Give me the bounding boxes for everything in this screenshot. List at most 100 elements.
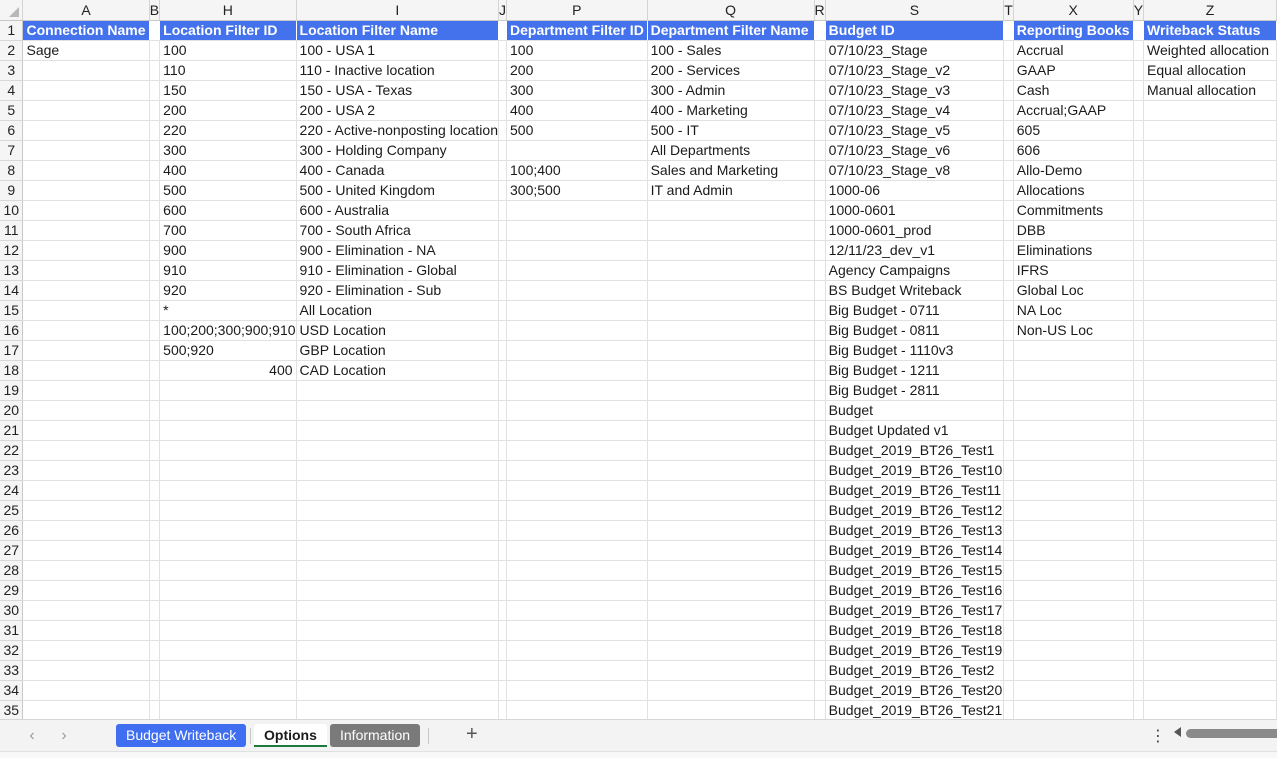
cell-q26[interactable] — [647, 520, 815, 541]
cell-b8[interactable] — [149, 160, 161, 181]
cell-z11[interactable] — [1143, 220, 1277, 241]
cell-h14[interactable]: 920 — [159, 280, 297, 301]
cell-i34[interactable] — [296, 680, 500, 701]
cell-i18[interactable]: CAD Location — [296, 360, 500, 381]
cell-i4[interactable]: 150 - USA - Texas — [296, 80, 500, 101]
cell-q25[interactable] — [647, 500, 815, 521]
cell-a19[interactable] — [22, 380, 150, 401]
cell-t27[interactable] — [1003, 540, 1014, 561]
cell-q32[interactable] — [647, 640, 815, 661]
cell-r27[interactable] — [814, 540, 826, 561]
cell-h28[interactable] — [159, 560, 297, 581]
cell-b27[interactable] — [149, 540, 161, 561]
cell-r13[interactable] — [814, 260, 826, 281]
cell-b15[interactable] — [149, 300, 161, 321]
row-header[interactable]: 1 — [0, 20, 24, 41]
cell-j13[interactable] — [498, 260, 507, 281]
cell-r7[interactable] — [814, 140, 826, 161]
cell-z28[interactable] — [1143, 560, 1277, 581]
cell-h7[interactable]: 300 — [159, 140, 297, 161]
cell-j11[interactable] — [498, 220, 507, 241]
cell-r18[interactable] — [814, 360, 826, 381]
cell-j4[interactable] — [498, 80, 507, 101]
cell-a16[interactable] — [22, 320, 150, 341]
cell-z8[interactable] — [1143, 160, 1277, 181]
cell-t26[interactable] — [1003, 520, 1014, 541]
cell-z29[interactable] — [1143, 580, 1277, 601]
cell-z3[interactable]: Equal allocation — [1143, 60, 1277, 81]
cell-t7[interactable] — [1003, 140, 1014, 161]
cell-z26[interactable] — [1143, 520, 1277, 541]
cell-i22[interactable] — [296, 440, 500, 461]
cell-a14[interactable] — [22, 280, 150, 301]
cell-p16[interactable] — [506, 320, 648, 341]
cell-x33[interactable] — [1013, 660, 1134, 681]
cell-a15[interactable] — [22, 300, 150, 321]
cell-p20[interactable] — [506, 400, 648, 421]
cell-j27[interactable] — [498, 540, 507, 561]
cell-y3[interactable] — [1133, 60, 1145, 81]
cell-q27[interactable] — [647, 540, 815, 561]
cell-s16[interactable]: Big Budget - 0811 — [825, 320, 1005, 341]
cell-p23[interactable] — [506, 460, 648, 481]
cell-q21[interactable] — [647, 420, 815, 441]
row-header[interactable]: 33 — [0, 660, 24, 681]
cell-y10[interactable] — [1133, 200, 1145, 221]
cell-p15[interactable] — [506, 300, 648, 321]
row-header[interactable]: 12 — [0, 240, 24, 261]
column-header-b[interactable]: B — [149, 0, 161, 21]
cell-j28[interactable] — [498, 560, 507, 581]
cell-b33[interactable] — [149, 660, 161, 681]
cell-x15[interactable]: NA Loc — [1013, 300, 1134, 321]
cell-s18[interactable]: Big Budget - 1211 — [825, 360, 1005, 381]
cell-j1[interactable] — [498, 20, 507, 41]
cell-z18[interactable] — [1143, 360, 1277, 381]
cell-y6[interactable] — [1133, 120, 1145, 141]
cell-y14[interactable] — [1133, 280, 1145, 301]
cell-r31[interactable] — [814, 620, 826, 641]
cell-b11[interactable] — [149, 220, 161, 241]
cell-s31[interactable]: Budget_2019_BT26_Test18 — [825, 620, 1005, 641]
row-header[interactable]: 30 — [0, 600, 24, 621]
cell-z10[interactable] — [1143, 200, 1277, 221]
cell-b20[interactable] — [149, 400, 161, 421]
cell-p9[interactable]: 300;500 — [506, 180, 648, 201]
cell-a7[interactable] — [22, 140, 150, 161]
cell-x7[interactable]: 606 — [1013, 140, 1134, 161]
cell-z19[interactable] — [1143, 380, 1277, 401]
cell-z34[interactable] — [1143, 680, 1277, 701]
cell-y34[interactable] — [1133, 680, 1145, 701]
cell-j7[interactable] — [498, 140, 507, 161]
cell-h10[interactable]: 600 — [159, 200, 297, 221]
cell-p2[interactable]: 100 — [506, 40, 648, 61]
cell-t24[interactable] — [1003, 480, 1014, 501]
cell-x26[interactable] — [1013, 520, 1134, 541]
cell-i28[interactable] — [296, 560, 500, 581]
cell-j2[interactable] — [498, 40, 507, 61]
scroll-left-arrow-icon[interactable] — [1174, 727, 1181, 737]
cell-q17[interactable] — [647, 340, 815, 361]
cell-h19[interactable] — [159, 380, 297, 401]
cell-a27[interactable] — [22, 540, 150, 561]
cell-h3[interactable]: 110 — [159, 60, 297, 81]
add-sheet-icon[interactable]: + — [466, 723, 478, 746]
cell-r24[interactable] — [814, 480, 826, 501]
cell-j8[interactable] — [498, 160, 507, 181]
cell-j12[interactable] — [498, 240, 507, 261]
cell-y2[interactable] — [1133, 40, 1145, 61]
cell-z21[interactable] — [1143, 420, 1277, 441]
cell-i17[interactable]: GBP Location — [296, 340, 500, 361]
cell-i10[interactable]: 600 - Australia — [296, 200, 500, 221]
cell-q20[interactable] — [647, 400, 815, 421]
cell-y32[interactable] — [1133, 640, 1145, 661]
cell-z35[interactable] — [1143, 700, 1277, 719]
cell-a13[interactable] — [22, 260, 150, 281]
cell-q18[interactable] — [647, 360, 815, 381]
cell-p24[interactable] — [506, 480, 648, 501]
cell-p11[interactable] — [506, 220, 648, 241]
cell-r33[interactable] — [814, 660, 826, 681]
cell-r28[interactable] — [814, 560, 826, 581]
row-header[interactable]: 23 — [0, 460, 24, 481]
cell-b12[interactable] — [149, 240, 161, 261]
cell-a4[interactable] — [22, 80, 150, 101]
